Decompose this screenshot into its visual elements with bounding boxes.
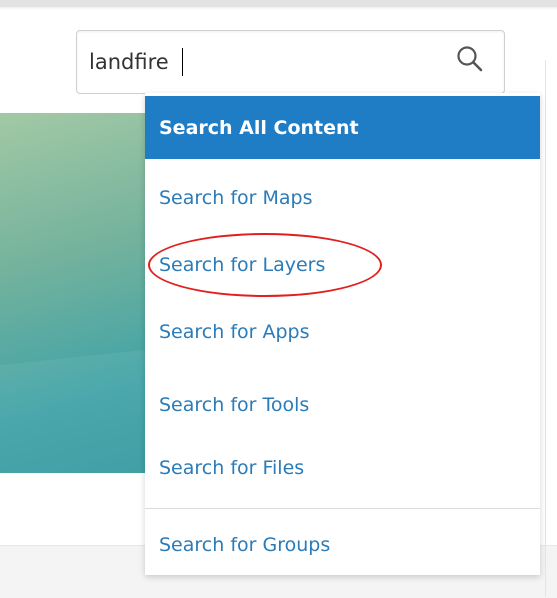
search-input[interactable] [89,47,449,77]
search-scope-dropdown: Search All Content Search for Maps Searc… [145,93,540,575]
search-icon[interactable] [455,44,485,74]
page-divider [545,60,546,597]
top-border-shadow [0,7,557,10]
search-box[interactable] [76,30,505,94]
dropdown-divider [145,508,540,509]
search-all-content-option[interactable]: Search All Content [145,96,540,159]
search-tools-option[interactable]: Search for Tools [145,373,540,437]
search-maps-option[interactable]: Search for Maps [145,166,540,230]
search-layers-option[interactable]: Search for Layers [145,233,540,297]
search-groups-option[interactable]: Search for Groups [145,513,540,577]
search-apps-option[interactable]: Search for Apps [145,300,540,364]
text-caret [182,48,183,76]
search-files-option[interactable]: Search for Files [145,436,540,500]
top-border [0,0,557,7]
